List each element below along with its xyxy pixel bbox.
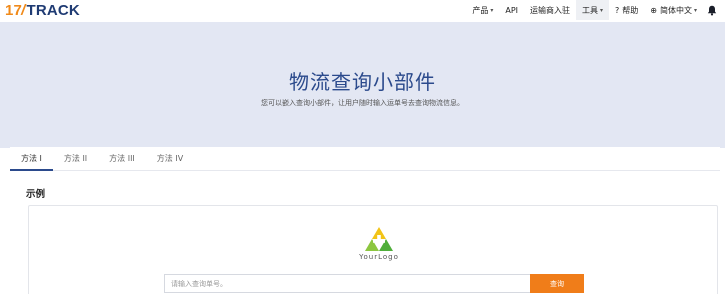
top-navbar: 17/TRACK 产品 ▾ API 运输商入驻 工具 ▾ ? 帮助 ⊕ 简体中文… [0,0,725,22]
recycle-logo-icon [365,227,393,251]
logo-slash: / [21,1,26,19]
bell-icon [707,5,717,15]
widget-demo-box: YourLogo 查询 [28,205,718,294]
tab-method-2[interactable]: 方法 II [53,147,98,170]
page-subtitle: 您可以嵌入查询小部件，让用户随时输入运单号去查询物流信息。 [261,99,464,107]
nav-item-language[interactable]: ⊕ 简体中文 ▾ [644,0,703,20]
tracking-search-bar: 查询 [164,274,584,294]
globe-icon: ⊕ [650,5,657,15]
nav-item-label: 工具 [582,5,599,15]
help-circle-icon: ? [615,5,620,15]
logo-text: TRACK [26,1,80,19]
logo-number: 17 [5,1,23,19]
hero-banner: 物流查询小部件 您可以嵌入查询小部件，让用户随时输入运单号去查询物流信息。 [0,22,725,148]
your-logo-text: YourLogo [359,253,399,261]
nav-item-products[interactable]: 产品 ▾ [466,0,499,20]
example-section: 示例 YourLogo 查询 [10,172,720,294]
notification-button[interactable] [703,0,721,20]
site-logo[interactable]: 17/TRACK [5,1,80,19]
tab-method-3[interactable]: 方法 III [98,147,146,170]
tab-method-4[interactable]: 方法 IV [146,147,194,170]
tab-method-1[interactable]: 方法 I [10,147,53,171]
chevron-down-icon: ▾ [600,6,604,14]
chevron-down-icon: ▾ [490,6,494,14]
nav-item-label: 产品 [472,5,489,15]
chevron-down-icon: ▾ [693,6,697,14]
page-title: 物流查询小部件 [289,70,436,94]
demo-brand: YourLogo [349,226,409,261]
nav-item-label: 运输商入驻 [530,5,571,15]
method-tabs: 方法 I 方法 II 方法 III 方法 IV [10,147,720,171]
nav-item-api[interactable]: API [499,0,524,20]
nav-item-help[interactable]: ? 帮助 [609,0,644,20]
nav-item-label: 简体中文 [659,5,692,15]
main-nav: 产品 ▾ API 运输商入驻 工具 ▾ ? 帮助 ⊕ 简体中文 ▾ [466,0,721,20]
nav-item-label: 帮助 [622,5,639,15]
nav-item-tools[interactable]: 工具 ▾ [576,0,610,20]
nav-item-label: API [505,5,519,15]
tracking-number-input[interactable] [164,274,530,293]
nav-item-carrier-onboarding[interactable]: 运输商入驻 [524,0,576,20]
section-title: 示例 [26,189,46,200]
search-button[interactable]: 查询 [530,274,584,293]
